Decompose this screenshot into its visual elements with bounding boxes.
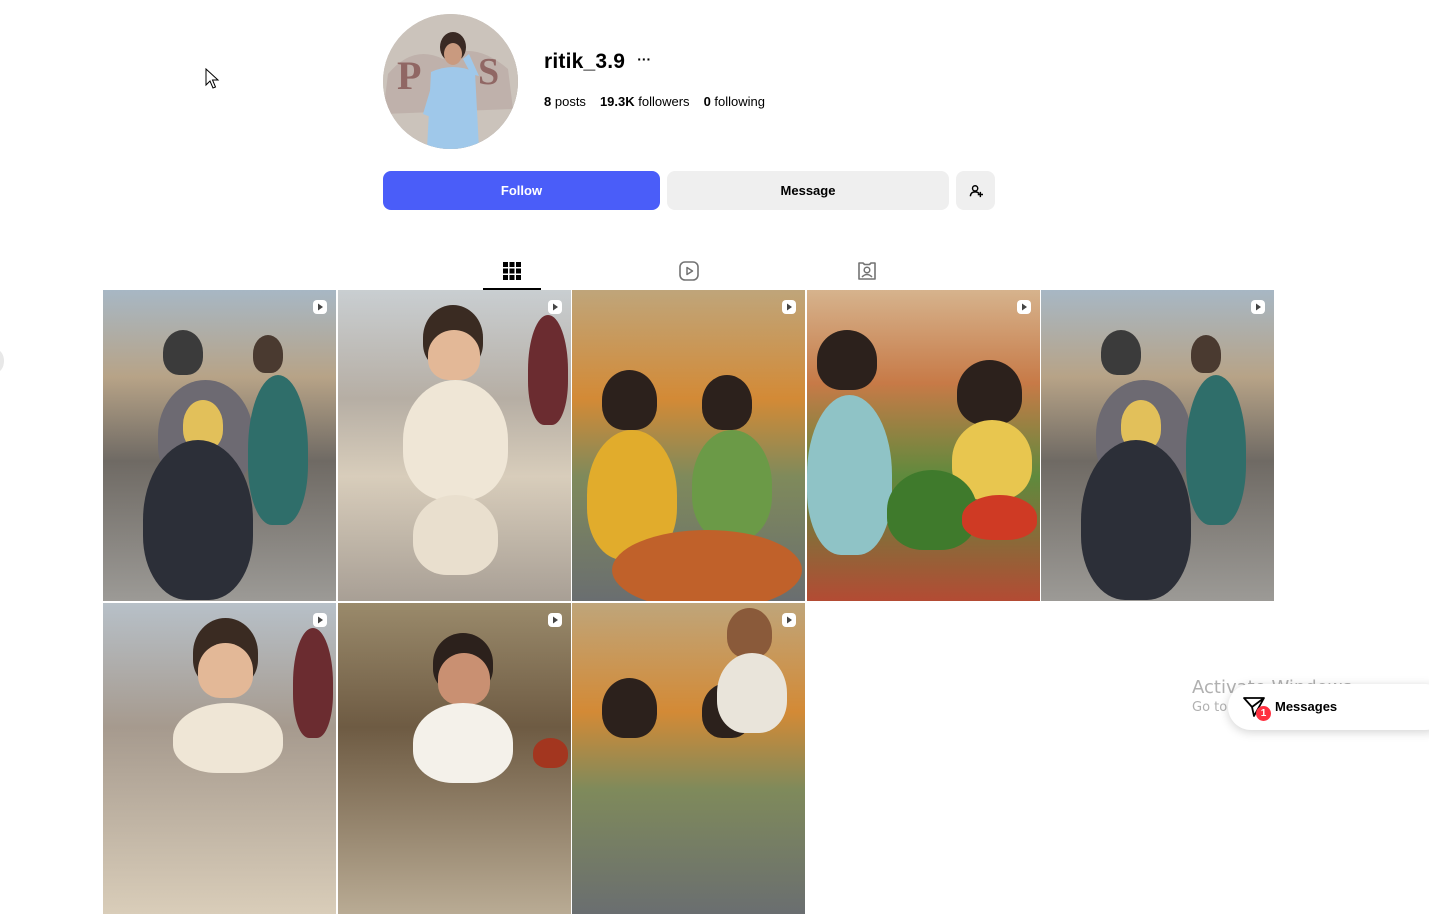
post-figure xyxy=(413,703,513,783)
reel-indicator-icon xyxy=(1251,300,1265,314)
post-figure xyxy=(1081,440,1191,600)
post-figure xyxy=(1101,330,1141,375)
reel-indicator-icon xyxy=(1017,300,1031,314)
post-tile[interactable] xyxy=(338,603,571,914)
post-figure xyxy=(533,738,568,768)
post-tile[interactable] xyxy=(1041,290,1274,601)
post-figure xyxy=(173,703,283,773)
post-figure xyxy=(962,495,1037,540)
messages-label: Messages xyxy=(1275,699,1338,714)
message-button[interactable]: Message xyxy=(667,171,949,210)
reel-indicator-icon xyxy=(548,300,562,314)
reel-indicator-icon xyxy=(548,613,562,627)
post-tile[interactable] xyxy=(572,603,805,914)
reel-indicator-icon xyxy=(782,300,796,314)
post-figure xyxy=(817,330,877,390)
tagged-icon xyxy=(858,262,876,280)
posts-count[interactable]: 8 posts xyxy=(544,94,586,109)
post-tile[interactable] xyxy=(103,603,336,914)
reels-icon xyxy=(679,261,699,281)
post-figure xyxy=(602,678,657,738)
tab-posts[interactable] xyxy=(483,254,541,290)
reel-indicator-icon xyxy=(782,613,796,627)
profile-avatar[interactable]: P S xyxy=(383,14,518,149)
post-figure xyxy=(807,395,892,555)
side-scroll-notch xyxy=(0,350,4,372)
post-figure xyxy=(612,530,802,601)
post-tile[interactable] xyxy=(807,290,1040,601)
username-row: ritik_3.9 ··· xyxy=(544,50,651,74)
follow-button[interactable]: Follow xyxy=(383,171,660,210)
followers-count[interactable]: 19.3K followers xyxy=(600,94,690,109)
suggested-users-button[interactable] xyxy=(956,171,995,210)
unread-badge: 1 xyxy=(1256,706,1271,721)
post-figure xyxy=(163,330,203,375)
profile-username: ritik_3.9 xyxy=(544,50,626,73)
post-figure xyxy=(253,335,283,373)
post-figure xyxy=(727,608,772,658)
tab-tagged[interactable] xyxy=(838,254,896,288)
post-figure xyxy=(438,653,490,705)
profile-stats: 8 posts 19.3K followers 0 following xyxy=(544,94,765,109)
post-figure xyxy=(528,315,568,425)
post-tile[interactable] xyxy=(572,290,805,601)
mouse-cursor-icon xyxy=(205,68,220,89)
following-count[interactable]: 0 following xyxy=(704,94,765,109)
post-figure xyxy=(403,380,508,500)
post-figure xyxy=(198,643,253,698)
reel-indicator-icon xyxy=(313,613,327,627)
grid-icon xyxy=(503,262,521,280)
post-figure xyxy=(717,653,787,733)
post-figure xyxy=(248,375,308,525)
avatar-photo: P S xyxy=(383,14,518,149)
post-figure xyxy=(602,370,657,430)
post-figure xyxy=(143,440,253,600)
svg-text:P: P xyxy=(397,53,421,98)
post-figure xyxy=(428,330,480,380)
reel-indicator-icon xyxy=(313,300,327,314)
messages-button[interactable]: 1 Messages xyxy=(1228,684,1429,730)
post-tile[interactable] xyxy=(338,290,571,601)
post-figure xyxy=(413,495,498,575)
svg-text:S: S xyxy=(478,51,499,93)
post-figure xyxy=(692,430,772,540)
post-tile[interactable] xyxy=(103,290,336,601)
post-figure xyxy=(957,360,1022,425)
post-figure xyxy=(1186,375,1246,525)
post-figure xyxy=(702,375,752,430)
more-options-button[interactable]: ··· xyxy=(637,52,651,66)
add-person-icon xyxy=(969,184,983,197)
post-figure xyxy=(293,628,333,738)
post-figure xyxy=(1191,335,1221,373)
tab-reels[interactable] xyxy=(660,254,718,288)
